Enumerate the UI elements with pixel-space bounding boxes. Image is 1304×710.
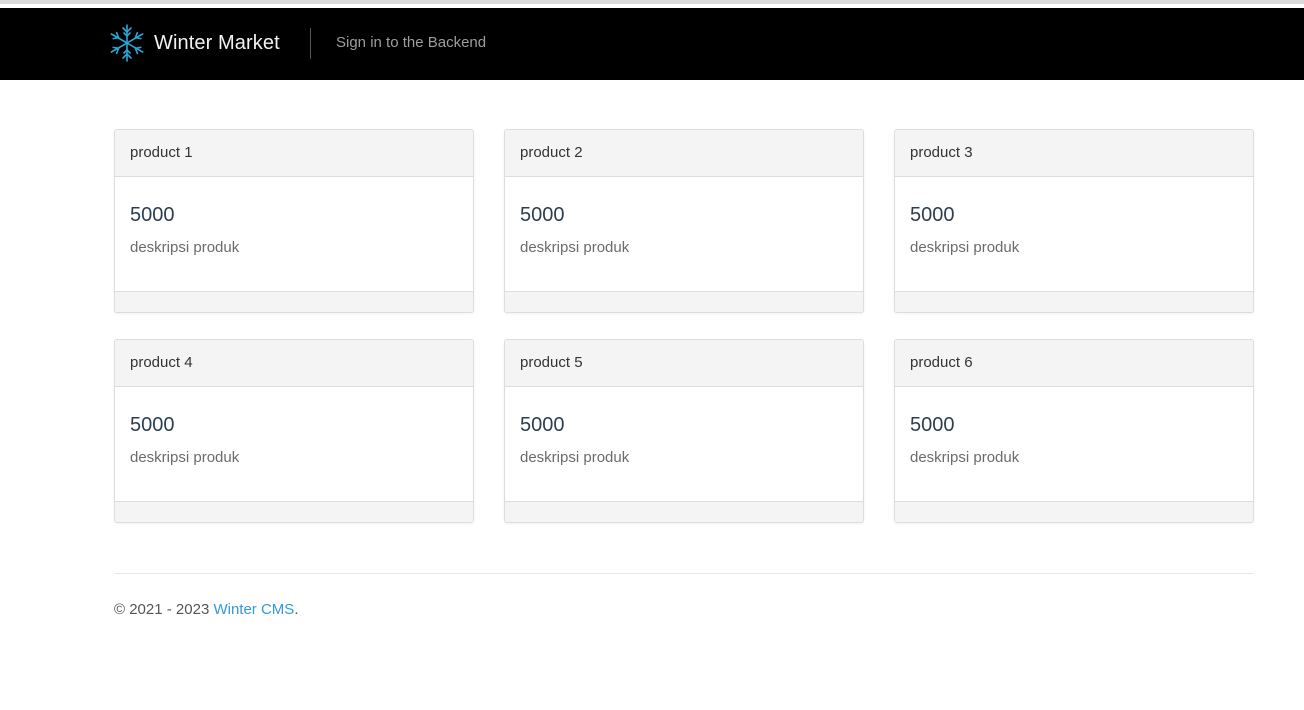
product-price: 5000 [910,414,955,436]
product-grid: product 1 5000 deskripsi produk product … [114,129,1254,523]
product-body: 5000 deskripsi produk [505,387,863,501]
product-footer [115,501,473,522]
footer: © 2021 - 2023 Winter CMS. [114,601,298,618]
product-title: product 5 [505,340,863,387]
product-price: 5000 [520,414,565,436]
navbar: Winter Market Sign in to the Backend [0,8,1304,80]
product-description: deskripsi produk [910,239,1020,256]
product-card: product 5 5000 deskripsi produk [504,339,864,523]
product-description: deskripsi produk [130,239,240,256]
product-body: 5000 deskripsi produk [505,177,863,291]
product-title: product 4 [115,340,473,387]
product-footer [505,291,863,312]
product-title: product 3 [895,130,1253,177]
product-footer [895,501,1253,522]
product-card: product 4 5000 deskripsi produk [114,339,474,523]
product-body: 5000 deskripsi produk [115,177,473,291]
product-description: deskripsi produk [130,449,240,466]
product-price: 5000 [130,204,175,226]
product-price: 5000 [130,414,175,436]
product-title: product 6 [895,340,1253,387]
nav-divider [310,28,311,59]
product-card: product 1 5000 deskripsi produk [114,129,474,313]
product-card: product 6 5000 deskripsi produk [894,339,1254,523]
product-body: 5000 deskripsi produk [895,177,1253,291]
top-strip [0,0,1304,6]
backend-signin-link[interactable]: Sign in to the Backend [336,34,486,51]
product-price: 5000 [910,204,955,226]
winter-cms-link[interactable]: Winter CMS [213,601,294,618]
product-card: product 2 5000 deskripsi produk [504,129,864,313]
product-body: 5000 deskripsi produk [895,387,1253,501]
product-description: deskripsi produk [520,449,630,466]
product-footer [505,501,863,522]
product-description: deskripsi produk [910,449,1020,466]
snowflake-icon [110,24,144,62]
product-description: deskripsi produk [520,239,630,256]
brand-name: Winter Market [154,31,280,54]
product-title: product 1 [115,130,473,177]
product-card: product 3 5000 deskripsi produk [894,129,1254,313]
product-footer [115,291,473,312]
brand-link[interactable]: Winter Market [108,22,280,64]
product-price: 5000 [520,204,565,226]
footer-suffix: . [294,601,299,618]
copyright-text: © 2021 - 2023 [114,601,214,618]
product-title: product 2 [505,130,863,177]
product-body: 5000 deskripsi produk [115,387,473,501]
product-footer [895,291,1253,312]
footer-divider [114,573,1254,574]
